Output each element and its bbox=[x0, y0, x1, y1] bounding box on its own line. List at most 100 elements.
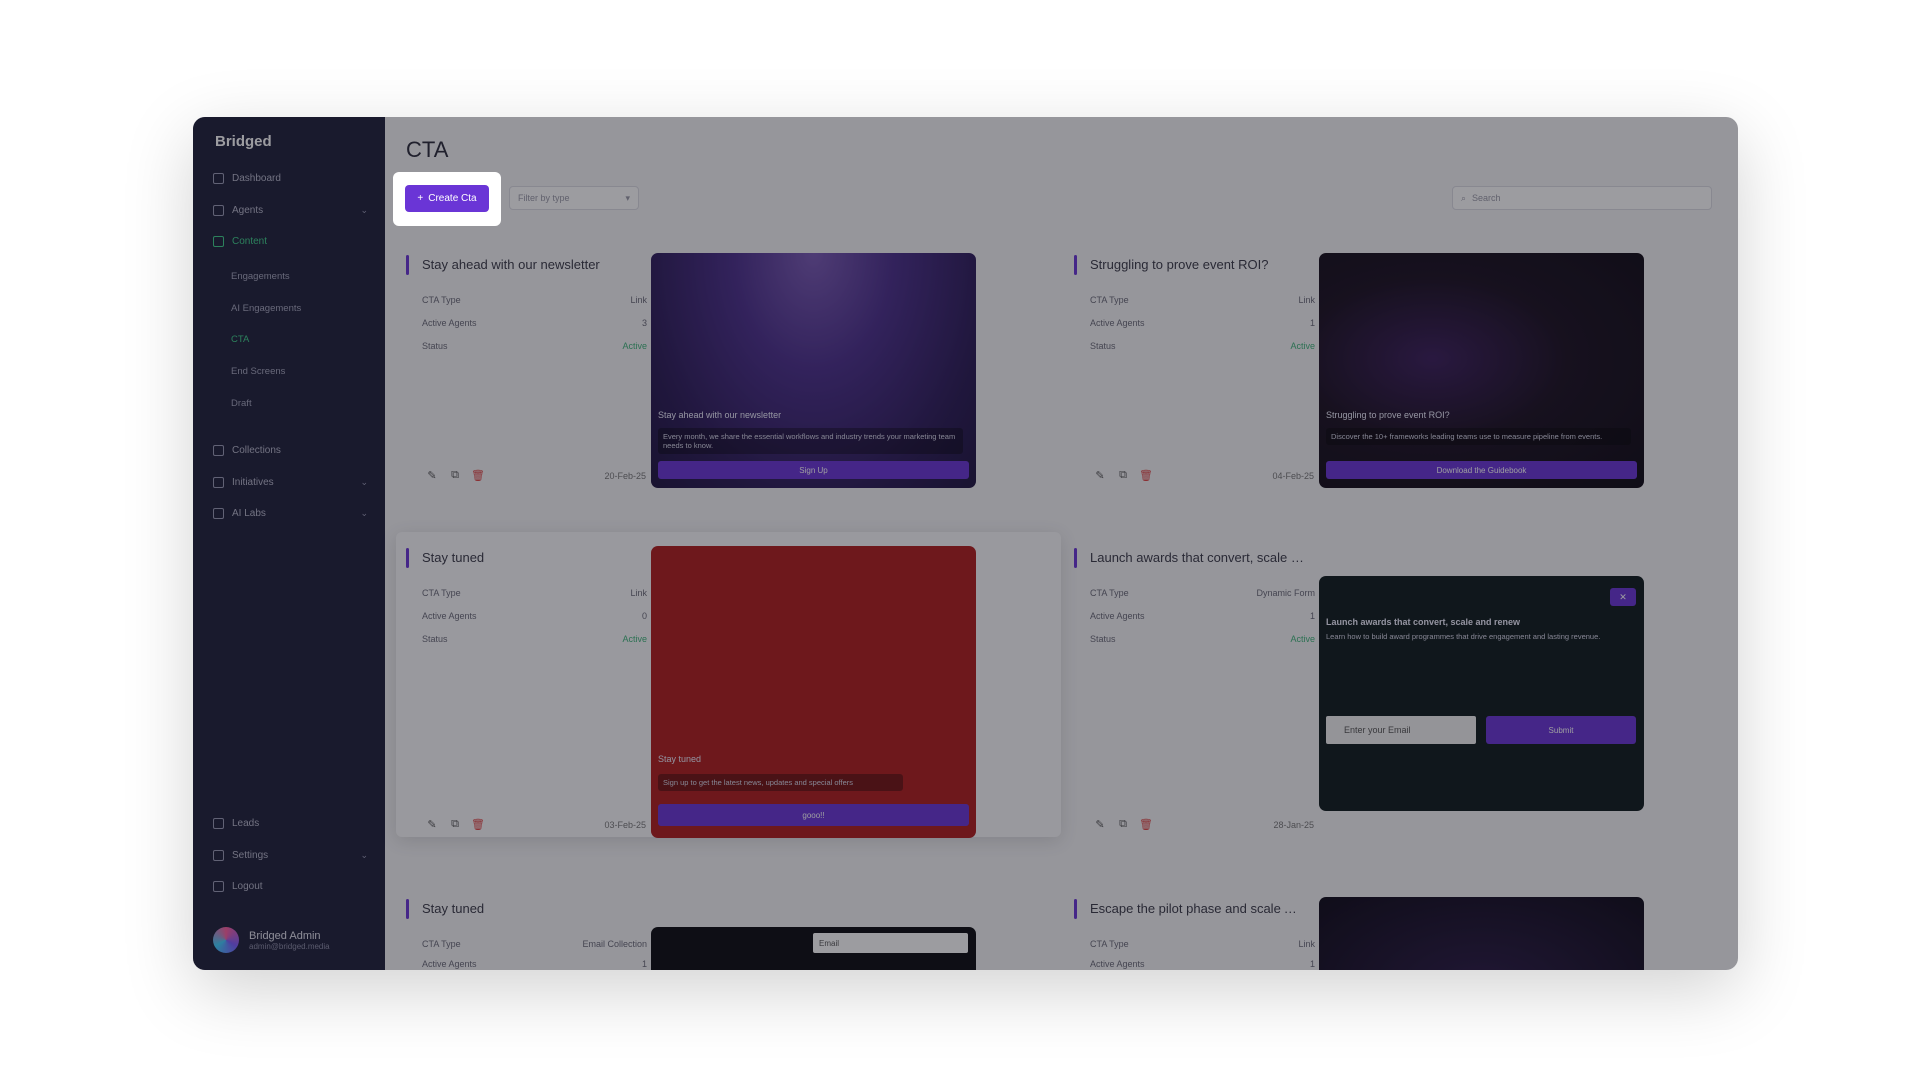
meta-cta-type: CTA Type Link bbox=[1090, 939, 1315, 949]
card-date: 04-Feb-25 bbox=[1272, 471, 1314, 481]
duplicate-icon[interactable]: ⧉ bbox=[1117, 469, 1129, 481]
card-actions: ✎ ⧉ 🗑 bbox=[426, 818, 485, 831]
sidebar-item-label: Logout bbox=[232, 881, 263, 892]
meta-status: Status Active bbox=[1090, 341, 1315, 351]
card-accent-bar bbox=[1074, 255, 1077, 275]
duplicate-icon[interactable]: ⧉ bbox=[449, 469, 461, 481]
agents-icon bbox=[213, 205, 224, 216]
card-title: Escape the pilot phase and scale AI in m… bbox=[1090, 901, 1305, 916]
sidebar-item-label: Collections bbox=[232, 445, 281, 456]
preview-description: Learn how to build award programmes that… bbox=[1326, 632, 1601, 641]
meta-cta-type: CTA Type Dynamic Form bbox=[1090, 588, 1315, 598]
meta-status: Status Active bbox=[422, 341, 647, 351]
app-logo: Bridged bbox=[215, 133, 272, 150]
edit-icon[interactable]: ✎ bbox=[1094, 469, 1106, 482]
sidebar-item-logout[interactable]: Logout bbox=[213, 881, 368, 892]
content-icon bbox=[213, 236, 224, 247]
meta-cta-type: CTA Type Link bbox=[1090, 295, 1315, 305]
edit-icon[interactable]: ✎ bbox=[1094, 818, 1106, 831]
sidebar-item-label: Agents bbox=[232, 205, 264, 216]
sidebar-subitem-engagements[interactable]: Engagements bbox=[231, 271, 290, 282]
cta-card[interactable]: Stay tuned CTA Type Link Active Agents 0 S… bbox=[396, 532, 1061, 838]
preview-cta-button: Download the Guidebook bbox=[1326, 461, 1637, 479]
gear-icon bbox=[213, 850, 224, 861]
preview-headline: Struggling to prove event ROI? bbox=[1326, 410, 1450, 420]
card-accent-bar bbox=[1074, 548, 1077, 568]
create-cta-button[interactable]: + Create Cta bbox=[405, 185, 489, 212]
edit-icon[interactable]: ✎ bbox=[426, 818, 438, 831]
card-actions: ✎ ⧉ 🗑 bbox=[1094, 469, 1153, 482]
cta-card[interactable]: Stay tuned CTA Type Email Collection Acti… bbox=[406, 899, 1051, 970]
cta-type-filter[interactable]: Filter by type ▾ bbox=[509, 186, 639, 210]
preview-description: Discover the 10+ frameworks leading team… bbox=[1326, 428, 1631, 445]
card-title: Struggling to prove event ROI? bbox=[1090, 257, 1269, 272]
sidebar-item-label: Initiatives bbox=[232, 477, 274, 488]
sidebar-item-label: AI Labs bbox=[232, 508, 266, 519]
user-name: Bridged Admin bbox=[249, 929, 321, 942]
filter-placeholder: Filter by type bbox=[518, 193, 570, 203]
meta-active-agents: Active Agents 1 bbox=[1090, 318, 1315, 328]
preview-headline: Launch awards that convert, scale and re… bbox=[1326, 617, 1521, 627]
card-date: 03-Feb-25 bbox=[604, 820, 646, 830]
search-input[interactable]: ⌕ Search bbox=[1452, 186, 1712, 210]
cta-card[interactable]: Struggling to prove event ROI? CTA Type L… bbox=[1074, 253, 1719, 495]
sidebar-item-agents[interactable]: Agents ⌄ bbox=[213, 205, 368, 216]
sidebar-item-collections[interactable]: Collections bbox=[213, 445, 368, 456]
duplicate-icon[interactable]: ⧉ bbox=[1117, 818, 1129, 830]
sidebar-item-label: Content bbox=[232, 236, 268, 247]
cta-card[interactable]: Escape the pilot phase and scale AI in m… bbox=[1074, 897, 1719, 970]
card-accent-bar bbox=[406, 548, 409, 568]
sidebar-item-dashboard[interactable]: Dashboard bbox=[213, 173, 368, 184]
sidebar-item-content[interactable]: Content bbox=[213, 236, 368, 247]
chevron-down-icon: ▾ bbox=[625, 192, 630, 203]
meta-active-agents: Active Agents 1 bbox=[1090, 959, 1315, 969]
card-date: 20-Feb-25 bbox=[604, 471, 646, 481]
meta-cta-type: CTA Type Link bbox=[422, 295, 647, 305]
duplicate-icon[interactable]: ⧉ bbox=[449, 818, 461, 830]
dashboard-icon bbox=[213, 173, 224, 184]
delete-icon[interactable]: 🗑 bbox=[471, 469, 485, 482]
preview-headline: Stay ahead with our newsletter bbox=[658, 410, 782, 420]
plus-icon: + bbox=[417, 193, 424, 204]
sidebar-item-label: Dashboard bbox=[232, 173, 281, 184]
card-actions: ✎ ⧉ 🗑 bbox=[1094, 818, 1153, 831]
sidebar-subitem-cta[interactable]: CTA bbox=[231, 334, 249, 345]
delete-icon[interactable]: 🗑 bbox=[471, 818, 485, 831]
user-profile[interactable]: Bridged Admin admin@bridged.media bbox=[213, 927, 373, 953]
sidebar-item-label: Settings bbox=[232, 850, 269, 861]
sidebar-item-ai-labs[interactable]: AI Labs ⌄ bbox=[213, 508, 368, 519]
delete-icon[interactable]: 🗑 bbox=[1139, 469, 1153, 482]
highlight-spotlight: + Create Cta bbox=[393, 172, 501, 226]
meta-cta-type: CTA Type Link bbox=[422, 588, 647, 598]
main-content: CTA Filter by type ▾ ⌕ Search Stay ahead w… bbox=[385, 117, 1738, 970]
logout-icon bbox=[213, 881, 224, 892]
meta-status: Status Active bbox=[422, 634, 647, 644]
sidebar-item-initiatives[interactable]: Initiatives ⌄ bbox=[213, 477, 368, 488]
sidebar-item-settings[interactable]: Settings ⌄ bbox=[213, 850, 368, 861]
preview-email-input: Enter your Email bbox=[1326, 716, 1476, 744]
card-title: Stay ahead with our newsletter bbox=[422, 257, 600, 272]
cta-preview bbox=[1319, 897, 1644, 970]
ai-labs-icon bbox=[213, 508, 224, 519]
sidebar-subitem-ai-engagements[interactable]: AI Engagements bbox=[231, 303, 301, 314]
cta-card[interactable]: Stay ahead with our newsletter CTA Type L… bbox=[406, 253, 1051, 495]
search-icon: ⌕ bbox=[1461, 192, 1467, 203]
sidebar-item-leads[interactable]: Leads bbox=[213, 818, 368, 829]
page-title: CTA bbox=[406, 137, 449, 162]
cta-card[interactable]: Launch awards that convert, scale and re… bbox=[1074, 548, 1719, 843]
user-email: admin@bridged.media bbox=[249, 941, 330, 951]
leads-icon bbox=[213, 818, 224, 829]
create-cta-label: Create Cta bbox=[428, 193, 477, 204]
preview-description: Every month, we share the essential work… bbox=[658, 428, 963, 454]
preview-close-icon: ✕ bbox=[1610, 588, 1636, 606]
delete-icon[interactable]: 🗑 bbox=[1139, 818, 1153, 831]
edit-icon[interactable]: ✎ bbox=[426, 469, 438, 482]
app-window: Bridged Dashboard Agents ⌄ Content Engage… bbox=[193, 117, 1738, 970]
preview-description: Sign up to get the latest news, updates … bbox=[658, 774, 903, 791]
sidebar-subitem-draft[interactable]: Draft bbox=[231, 398, 252, 409]
sidebar-subitem-end-screens[interactable]: End Screens bbox=[231, 366, 285, 377]
card-title: Stay tuned bbox=[422, 901, 485, 916]
card-accent-bar bbox=[406, 255, 409, 275]
cta-preview: Email bbox=[651, 927, 976, 970]
preview-headline: Stay tuned bbox=[658, 754, 702, 764]
